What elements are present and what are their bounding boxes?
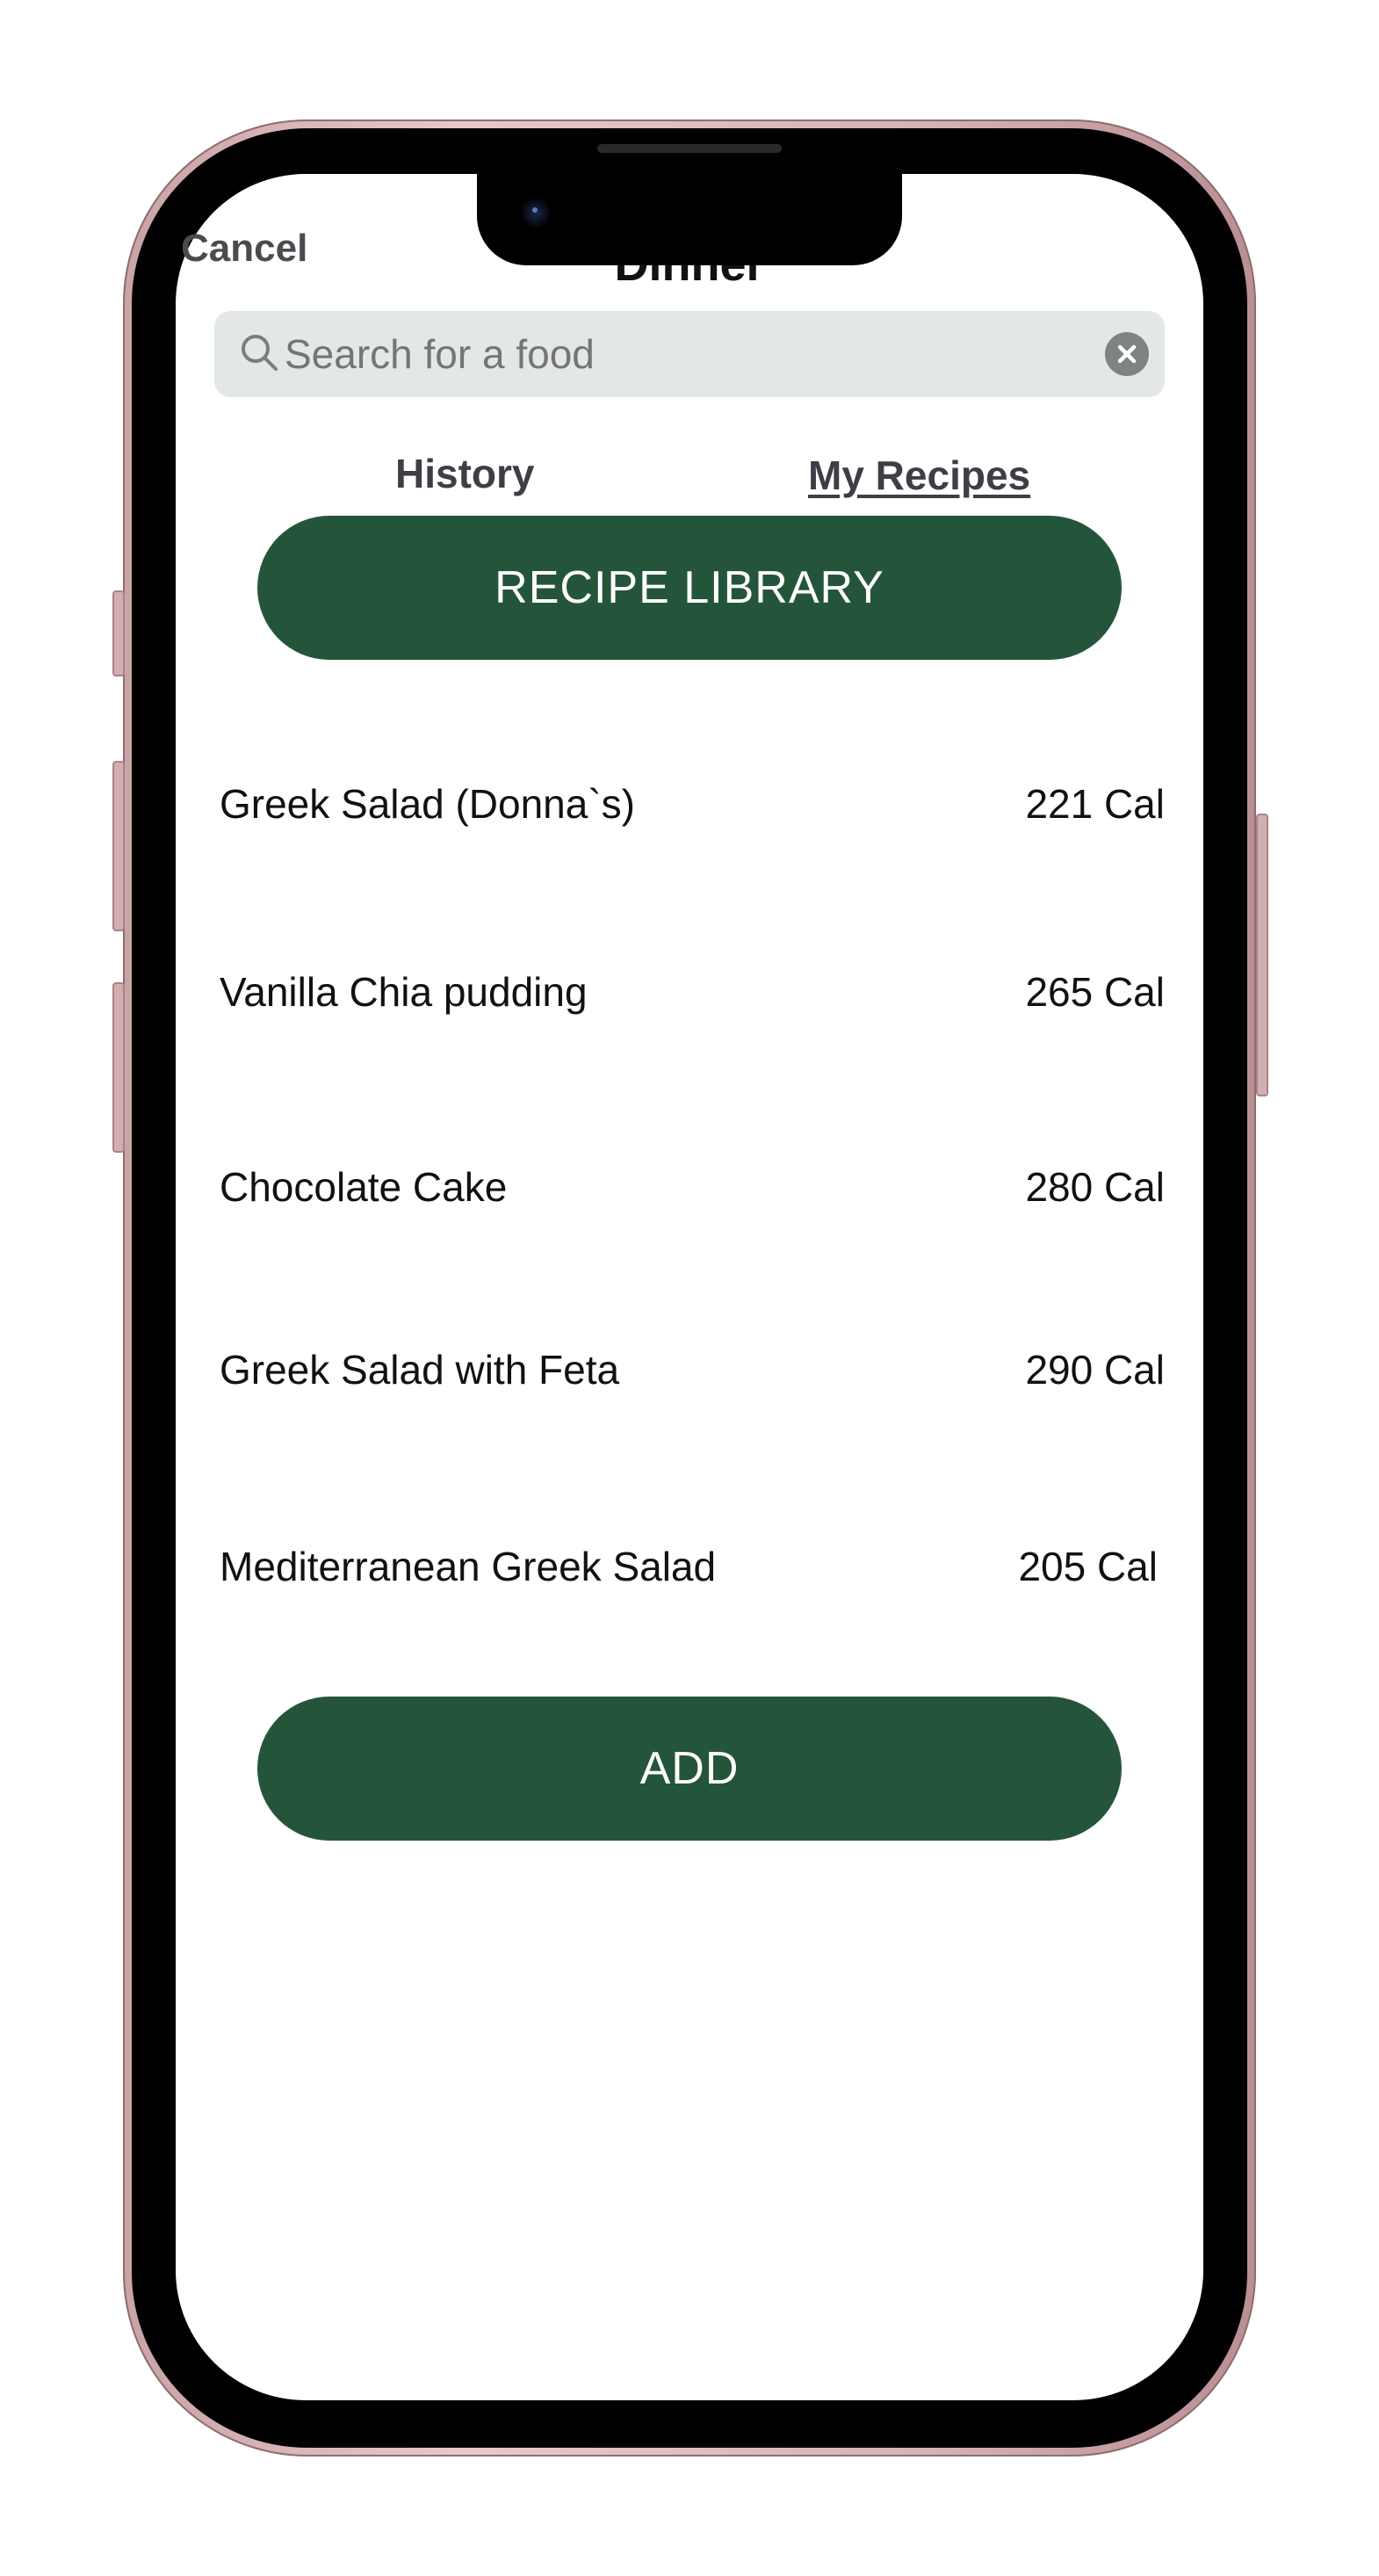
search-icon — [237, 330, 283, 376]
front-camera — [520, 197, 552, 228]
add-button[interactable]: ADD — [257, 1697, 1122, 1841]
phone-screen — [176, 174, 1203, 2400]
list-item[interactable]: Greek Salad (Donna`s) 221 Cal — [220, 780, 1165, 850]
food-name: Greek Salad (Donna`s) — [220, 781, 635, 827]
food-name: Chocolate Cake — [220, 1164, 508, 1210]
list-item[interactable]: Vanilla Chia pudding 265 Cal — [220, 968, 1165, 1038]
food-calories: 265 Cal — [1025, 969, 1165, 1015]
food-calories: 221 Cal — [1025, 781, 1165, 827]
volume-down-button — [112, 982, 125, 1153]
volume-up-button — [112, 761, 125, 931]
recipe-library-button[interactable]: RECIPE LIBRARY — [257, 516, 1122, 660]
food-name: Vanilla Chia pudding — [220, 969, 588, 1015]
power-button — [1256, 814, 1268, 1096]
cancel-button[interactable]: Cancel — [181, 227, 307, 271]
list-item[interactable]: Chocolate Cake 280 Cal — [220, 1163, 1165, 1234]
search-bar[interactable] — [214, 311, 1165, 397]
food-calories: 205 Cal — [1018, 1544, 1158, 1589]
clear-circle-icon[interactable] — [1105, 332, 1149, 376]
food-calories: 290 Cal — [1025, 1347, 1165, 1393]
food-calories: 280 Cal — [1025, 1164, 1165, 1210]
food-name: Mediterranean Greek Salad — [220, 1544, 717, 1589]
tab-history[interactable]: History — [395, 450, 534, 497]
tab-my-recipes[interactable]: My Recipes — [808, 452, 1030, 499]
food-name: Greek Salad with Feta — [220, 1347, 620, 1393]
list-item[interactable]: Greek Salad with Feta 290 Cal — [220, 1346, 1165, 1416]
list-item[interactable]: Mediterranean Greek Salad 205 Cal — [220, 1543, 1158, 1613]
speaker-grille — [597, 144, 782, 153]
search-input[interactable] — [285, 311, 1040, 397]
mute-switch — [112, 590, 125, 677]
